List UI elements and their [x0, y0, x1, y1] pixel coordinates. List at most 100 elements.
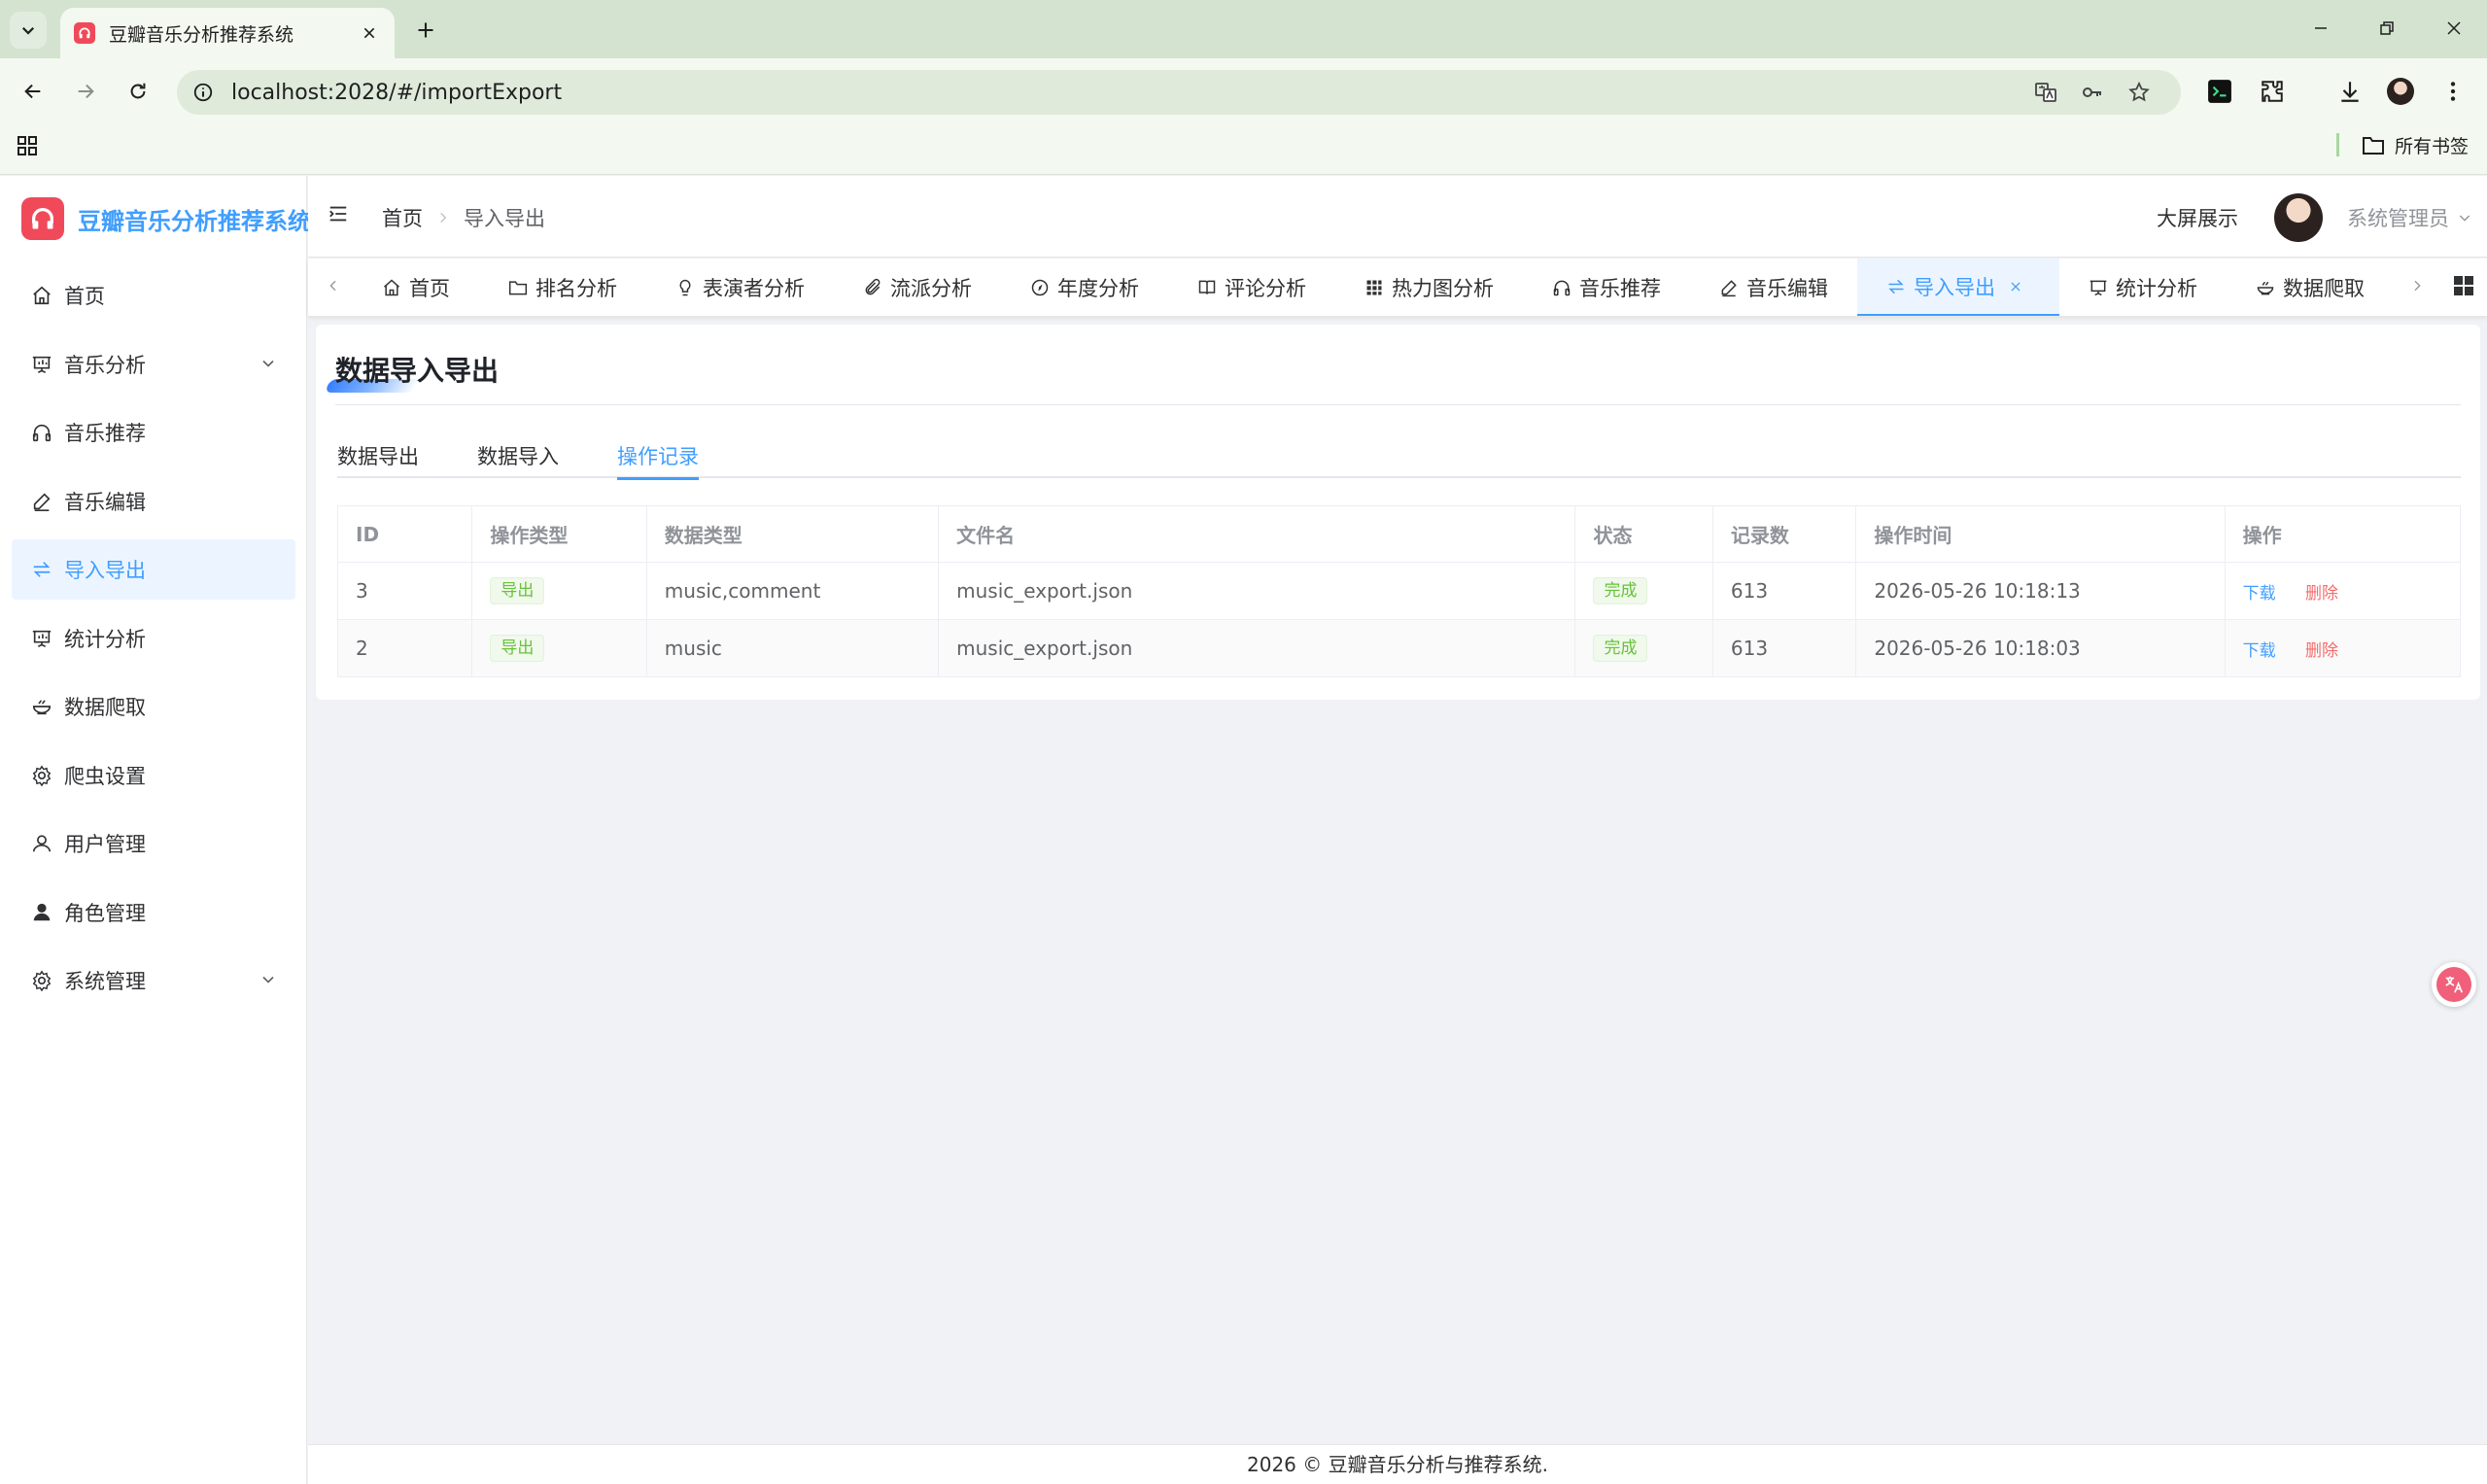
download-button[interactable]: 下载	[2243, 641, 2276, 661]
sidebar-item-music-edit[interactable]: 音乐编辑	[12, 471, 295, 532]
translate-float-button[interactable]	[2432, 962, 2476, 1007]
sidebar-item-statistics[interactable]: 统计分析	[12, 608, 295, 669]
extensions-puzzle-icon[interactable]	[2255, 74, 2290, 109]
bookmark-star-icon[interactable]	[2124, 78, 2154, 107]
tab-data-export[interactable]: 数据导出	[337, 441, 419, 478]
forward-button[interactable]	[68, 74, 103, 109]
tag-performer[interactable]: 表演者分析	[646, 259, 834, 316]
tag-yearly[interactable]: 年度分析	[1001, 259, 1168, 316]
reload-button[interactable]	[121, 74, 155, 109]
sidebar-item-music-recommend[interactable]: 音乐推荐	[12, 402, 295, 463]
sidebar-item-roles[interactable]: 角色管理	[12, 882, 295, 943]
all-bookmarks-button[interactable]: 所有书签	[2362, 132, 2469, 158]
delete-button[interactable]: 删除	[2305, 641, 2338, 661]
cell-id: 3	[337, 562, 473, 620]
browser-tab[interactable]: 豆瓣音乐分析推荐系统	[60, 8, 395, 58]
site-info-icon[interactable]	[192, 82, 214, 103]
presentation-icon	[2090, 280, 2107, 296]
folder-icon	[2363, 136, 2384, 155]
cell-op-type: 导出	[471, 619, 647, 677]
sidebar-item-home[interactable]: 首页	[12, 265, 295, 326]
cell-status: 完成	[1574, 619, 1713, 677]
tag-home[interactable]: 首页	[353, 259, 479, 316]
tag-label: 热力图分析	[1392, 277, 1494, 300]
arrow-right-icon	[78, 84, 94, 99]
sidebar-menu: 首页 音乐分析 音乐推荐 音乐编辑 导入导出 统计分析 数据爬取 爬虫设置 用户…	[12, 265, 295, 1019]
sidebar-item-label: 系统管理	[64, 970, 146, 993]
user-dropdown[interactable]: 系统管理员	[2347, 203, 2472, 232]
tag-edit[interactable]: 音乐编辑	[1690, 259, 1857, 316]
tag-comment[interactable]: 评论分析	[1168, 259, 1335, 316]
sidebar-item-crawler-settings[interactable]: 爬虫设置	[12, 745, 295, 806]
tag-import-export[interactable]: 导入导出	[1857, 259, 2059, 316]
favicon-headphones-icon	[74, 22, 95, 44]
close-window-button[interactable]	[2433, 12, 2475, 45]
edit-pen-icon	[29, 489, 54, 514]
footer-copyright: 2026 © 豆瓣音乐分析与推荐系统.	[1247, 1453, 1548, 1476]
translate-icon[interactable]	[2031, 78, 2060, 107]
tag-genre[interactable]: 流派分析	[834, 259, 1001, 316]
tab-operation-log[interactable]: 操作记录	[617, 441, 699, 480]
page-title: 数据导入导出	[335, 355, 500, 387]
more-menu-icon[interactable]	[2435, 74, 2470, 109]
terminal-extension-icon[interactable]	[2202, 74, 2237, 109]
tag-label: 流派分析	[890, 277, 972, 300]
header-op-time: 操作时间	[1855, 505, 2226, 563]
tab-data-import[interactable]: 数据导入	[477, 441, 559, 478]
table-row: 3 导出 music,comment music_export.json 完成 …	[337, 562, 2462, 620]
password-key-icon[interactable]	[2078, 78, 2107, 107]
sidebar-item-label: 统计分析	[64, 627, 146, 651]
sidebar-item-label: 音乐编辑	[64, 490, 146, 514]
scroll-right-icon[interactable]	[2409, 278, 2429, 297]
footer: 2026 © 豆瓣音乐分析与推荐系统.	[308, 1444, 2487, 1484]
divider	[335, 404, 2461, 405]
tag-crawl[interactable]: 数据爬取	[2227, 259, 2394, 316]
profile-avatar-icon[interactable]	[2383, 74, 2418, 109]
tag-recommend[interactable]: 音乐推荐	[1523, 259, 1690, 316]
tags-menu-grid-icon[interactable]	[2452, 274, 2479, 301]
breadcrumb-home[interactable]: 首页	[382, 203, 423, 232]
download-button[interactable]: 下载	[2243, 584, 2276, 604]
sidebar-item-label: 爬虫设置	[64, 764, 146, 788]
cell-status: 完成	[1574, 562, 1713, 620]
close-tab-icon[interactable]	[358, 21, 381, 45]
table-header-row: ID 操作类型 数据类型 文件名 状态 记录数 操作时间 操作	[337, 505, 2462, 563]
tag-label: 统计分析	[2116, 277, 2197, 300]
bowl-icon	[2257, 282, 2274, 295]
tag-statistics[interactable]: 统计分析	[2059, 259, 2227, 316]
sidebar-item-import-export[interactable]: 导入导出	[12, 539, 295, 600]
sidebar-item-users[interactable]: 用户管理	[12, 813, 295, 874]
address-bar[interactable]: localhost:2028/#/importExport	[177, 70, 2181, 115]
delete-button[interactable]: 删除	[2305, 584, 2338, 604]
back-button[interactable]	[16, 74, 51, 109]
hamburger-menu-icon[interactable]	[328, 203, 353, 228]
minimize-button[interactable]	[2299, 12, 2342, 45]
paperclip-icon	[865, 278, 881, 295]
tag-heatmap[interactable]: 热力图分析	[1335, 259, 1523, 316]
breadcrumb: 首页 导入导出	[382, 203, 545, 232]
edit-pen-icon	[1721, 280, 1737, 297]
sidebar-item-crawl[interactable]: 数据爬取	[12, 676, 295, 737]
headphones-logo-icon	[21, 197, 64, 240]
sidebar-item-music-analysis[interactable]: 音乐分析	[12, 334, 295, 395]
operation-log-table: ID 操作类型 数据类型 文件名 状态 记录数 操作时间 操作 3 导出 mus…	[337, 505, 2462, 677]
close-tag-icon[interactable]	[2009, 280, 2022, 293]
bigscreen-link[interactable]: 大屏展示	[2157, 203, 2238, 232]
arrow-left-icon	[24, 84, 41, 99]
breadcrumb-separator-icon	[436, 211, 450, 224]
bulb-icon	[679, 279, 691, 296]
restore-button[interactable]	[2366, 12, 2408, 45]
home-icon	[29, 283, 54, 308]
tag-ranking[interactable]: 排名分析	[479, 259, 646, 316]
new-tab-button[interactable]	[408, 16, 443, 45]
apps-grid-icon[interactable]	[16, 134, 43, 161]
avatar[interactable]	[2274, 193, 2323, 242]
app-logo[interactable]: 豆瓣音乐分析推荐系统	[21, 197, 311, 240]
scroll-left-icon[interactable]	[326, 278, 345, 297]
switch-icon	[1888, 279, 1904, 293]
sidebar-item-system[interactable]: 系统管理	[12, 950, 295, 1011]
header-id: ID	[337, 505, 473, 563]
tab-search-button[interactable]	[10, 12, 47, 49]
url-path: :2028/#/importExport	[327, 80, 563, 105]
downloads-icon[interactable]	[2332, 74, 2367, 109]
